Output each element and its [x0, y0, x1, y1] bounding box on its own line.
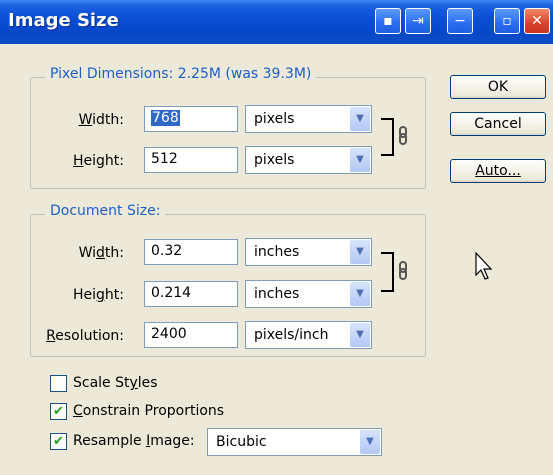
checkmark-icon: ✔: [53, 404, 64, 419]
link-chain-icon: [381, 252, 407, 292]
close-icon[interactable]: ✕: [524, 8, 550, 34]
auto-button[interactable]: Auto...: [450, 159, 546, 183]
doc-height-unit-select[interactable]: inches ▼: [245, 280, 372, 308]
chevron-down-icon[interactable]: ▼: [350, 240, 370, 264]
chevron-down-icon[interactable]: ▼: [360, 430, 380, 454]
link-chain-icon: [381, 118, 407, 156]
resolution-unit-select[interactable]: pixels/inch ▼: [245, 321, 372, 349]
constrain-proportions-checkbox[interactable]: ✔: [50, 403, 67, 420]
resolution-label: Resolution:: [46, 328, 124, 344]
chevron-down-icon[interactable]: ▼: [350, 148, 370, 172]
doc-height-label: Height:: [72, 287, 124, 303]
chevron-down-icon[interactable]: ▼: [350, 107, 370, 131]
pixel-height-unit-select[interactable]: pixels ▼: [245, 146, 372, 174]
doc-width-label: Width:: [78, 245, 124, 261]
pixel-height-label: Height:: [73, 153, 124, 169]
restore-icon[interactable]: ▫: [494, 8, 520, 34]
chevron-down-icon[interactable]: ▼: [350, 282, 370, 306]
pixel-width-input[interactable]: 768: [144, 106, 238, 132]
arrow-cursor-icon: [475, 252, 493, 280]
window-title: Image Size: [8, 10, 119, 31]
resample-image-label: Resample Image:: [73, 433, 195, 449]
pixel-width-unit-select[interactable]: pixels ▼: [245, 105, 372, 133]
chevron-down-icon[interactable]: ▼: [350, 323, 370, 347]
minimize-icon[interactable]: −: [447, 8, 473, 34]
doc-height-input[interactable]: 0.214: [144, 281, 238, 307]
pixel-height-input[interactable]: 512: [144, 147, 238, 173]
image-size-dialog: Image Size ▪ ⇥ − ▫ ✕ Pixel Dimensions: 2…: [0, 0, 553, 475]
pixel-width-label: Width:: [78, 112, 124, 128]
checkmark-icon: ✔: [53, 434, 64, 449]
pixel-dimensions-legend: Pixel Dimensions: 2.25M (was 39.3M): [45, 66, 317, 82]
scale-styles-label: Scale Styles: [73, 375, 158, 391]
constrain-proportions-label: Constrain Proportions: [73, 403, 225, 419]
doc-width-unit-select[interactable]: inches ▼: [245, 238, 372, 266]
resample-method-select[interactable]: Bicubic ▼: [207, 428, 382, 456]
title-bar[interactable]: Image Size ▪ ⇥ − ▫ ✕: [0, 0, 553, 44]
document-size-legend: Document Size:: [45, 203, 166, 219]
resolution-input[interactable]: 2400: [144, 322, 238, 348]
resample-image-checkbox[interactable]: ✔: [50, 433, 67, 450]
scale-styles-checkbox[interactable]: [50, 375, 67, 392]
pin-icon[interactable]: ⇥: [405, 8, 431, 34]
dialog-icon[interactable]: ▪: [375, 8, 401, 34]
doc-width-input[interactable]: 0.32: [144, 239, 238, 265]
cancel-button[interactable]: Cancel: [450, 112, 546, 136]
ok-button[interactable]: OK: [450, 75, 546, 99]
